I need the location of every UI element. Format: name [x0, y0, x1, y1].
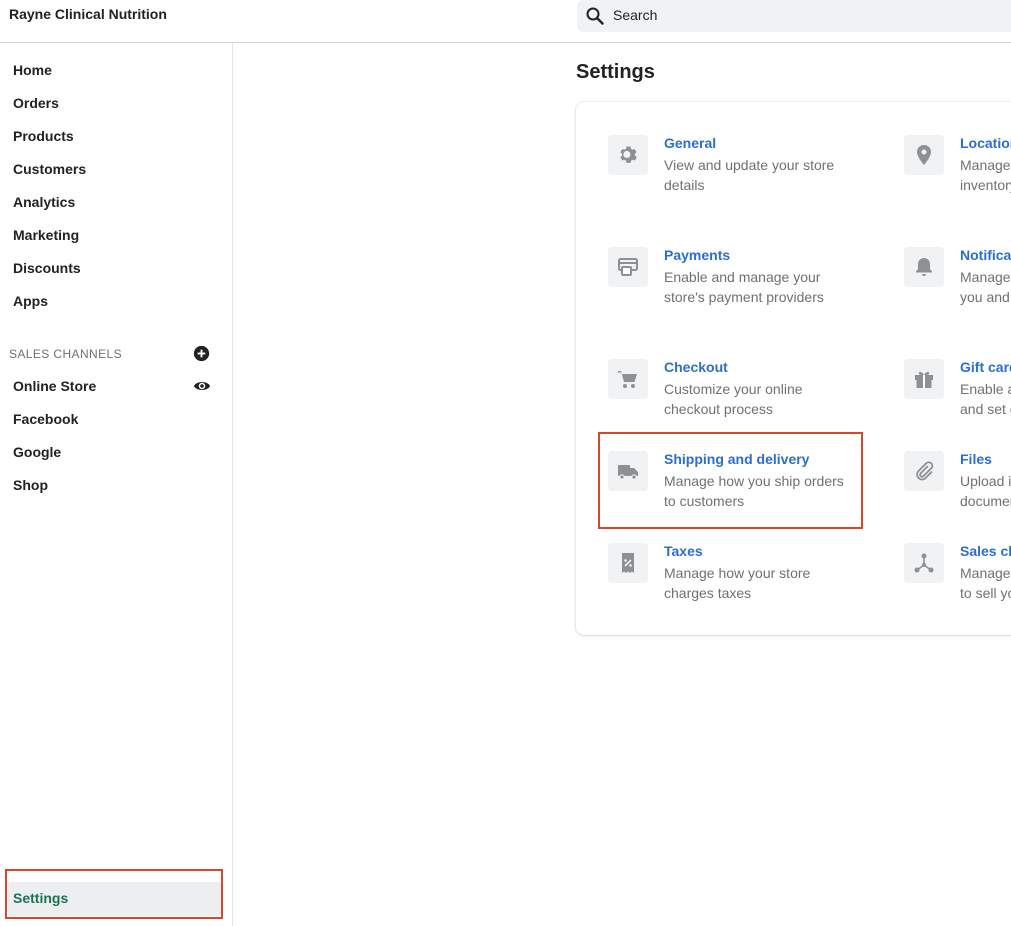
gift-icon-box [904, 359, 944, 399]
settings-tile-payments[interactable]: Payments Enable and manage your store's … [608, 247, 868, 327]
settings-tile-general[interactable]: General View and update your store detai… [608, 135, 868, 215]
tile-description: Manage how your store charges taxes [664, 565, 811, 601]
bell-icon [916, 258, 932, 276]
paperclip-icon-box [904, 451, 944, 491]
location-pin-icon-box [904, 135, 944, 175]
tile-title: Locations [960, 135, 1011, 151]
sidebar-item-discounts[interactable]: Discounts [13, 260, 81, 276]
settings-tile-sales-channels[interactable]: Sales channels Manage the channels you u… [904, 543, 1011, 613]
payment-icon-box [608, 247, 648, 287]
highlight-box-shipping [598, 432, 863, 529]
settings-tile-files[interactable]: Files Upload images, videos, and documen… [904, 451, 1011, 521]
settings-tile-gift-cards[interactable]: Gift cards Enable automatic expiration a… [904, 359, 1011, 429]
gear-icon [620, 146, 637, 163]
settings-card: General View and update your store detai… [576, 102, 1011, 635]
settings-tile-locations[interactable]: Locations Manage the places you stock in… [904, 135, 1011, 215]
sidebar-item-google[interactable]: Google [13, 444, 61, 460]
sidebar-item-shop[interactable]: Shop [13, 477, 48, 493]
cart-icon-box [608, 359, 648, 399]
paperclip-icon [916, 461, 934, 481]
settings-tile-checkout[interactable]: Checkout Customize your online checkout … [608, 359, 868, 429]
tile-description: Manage the places you stock inventory an… [960, 157, 1011, 193]
sidebar: Home Orders Products Customers Analytics… [0, 43, 233, 926]
tile-description: Enable and manage your store's payment p… [664, 269, 824, 305]
search-input[interactable]: Search [613, 7, 657, 23]
tile-title: Files [960, 451, 992, 467]
app: Rayne Clinical Nutrition Search Home Ord… [0, 0, 1011, 926]
location-pin-icon [917, 145, 931, 165]
settings-tile-notifications[interactable]: Notifications Manage notifications sent … [904, 247, 1011, 327]
tile-title: Notifications [960, 247, 1011, 263]
highlight-box-settings [5, 869, 223, 919]
eye-icon[interactable] [193, 377, 211, 395]
sidebar-item-orders[interactable]: Orders [13, 95, 59, 111]
gift-icon [915, 371, 933, 388]
tile-description: Upload images, videos, and documents [960, 473, 1011, 509]
tile-title: Taxes [664, 543, 703, 559]
bell-icon-box [904, 247, 944, 287]
tile-title: Payments [664, 247, 731, 263]
search-icon [586, 7, 604, 25]
top-bar: Rayne Clinical Nutrition Search [0, 0, 1011, 43]
tile-description: View and update your store details [664, 157, 835, 193]
tile-description: Manage notifications sent to you and you… [960, 269, 1011, 305]
channels-icon [914, 553, 934, 573]
tile-description: Enable automatic expiration and set gift… [960, 381, 1011, 417]
tile-title: Gift cards [960, 359, 1011, 375]
sidebar-item-apps[interactable]: Apps [13, 293, 48, 309]
sidebar-item-analytics[interactable]: Analytics [13, 194, 75, 210]
gear-icon-box [608, 135, 648, 175]
sidebar-item-marketing[interactable]: Marketing [13, 227, 79, 243]
sidebar-item-customers[interactable]: Customers [13, 161, 86, 177]
tile-description: Manage the channels you use to sell your… [960, 565, 1011, 601]
payment-icon [618, 258, 638, 276]
sales-channels-heading: SALES CHANNELS [9, 347, 122, 361]
cart-icon [618, 371, 637, 388]
tile-title: General [664, 135, 717, 151]
sidebar-item-products[interactable]: Products [13, 128, 74, 144]
add-channel-plus-icon[interactable] [193, 345, 210, 362]
sidebar-item-home[interactable]: Home [13, 62, 52, 78]
page-title: Settings [576, 61, 655, 83]
store-name[interactable]: Rayne Clinical Nutrition [9, 6, 167, 22]
channels-icon-box [904, 543, 944, 583]
tile-title: Checkout [664, 359, 728, 375]
tile-title: Sales channels [960, 543, 1011, 559]
tax-receipt-icon-box [608, 543, 648, 583]
tax-receipt-icon [622, 553, 634, 573]
sidebar-item-online-store[interactable]: Online Store [13, 378, 96, 394]
search-bar[interactable]: Search [577, 0, 1011, 32]
settings-tile-taxes[interactable]: Taxes Manage how your store charges taxe… [608, 543, 868, 613]
sidebar-item-facebook[interactable]: Facebook [13, 411, 78, 427]
tile-description: Customize your online checkout process [664, 381, 803, 417]
